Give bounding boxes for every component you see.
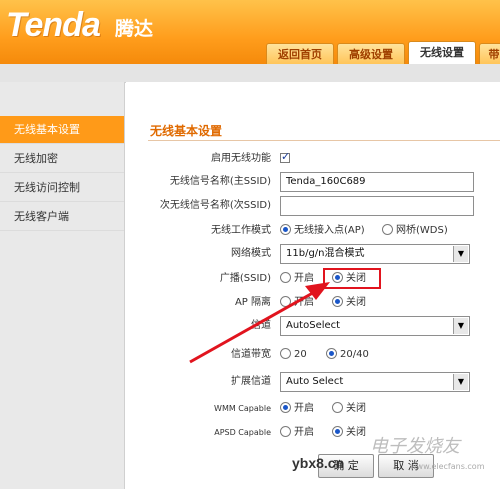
watermark-url: www.elecfans.com [410,462,485,471]
annotation-arrow [189,282,330,364]
watermark-brand: 电子发烧友 [370,436,460,457]
arrow-shaft [189,288,319,364]
watermark-site: ybx8.cn [292,455,345,471]
arrow-head [305,282,330,300]
